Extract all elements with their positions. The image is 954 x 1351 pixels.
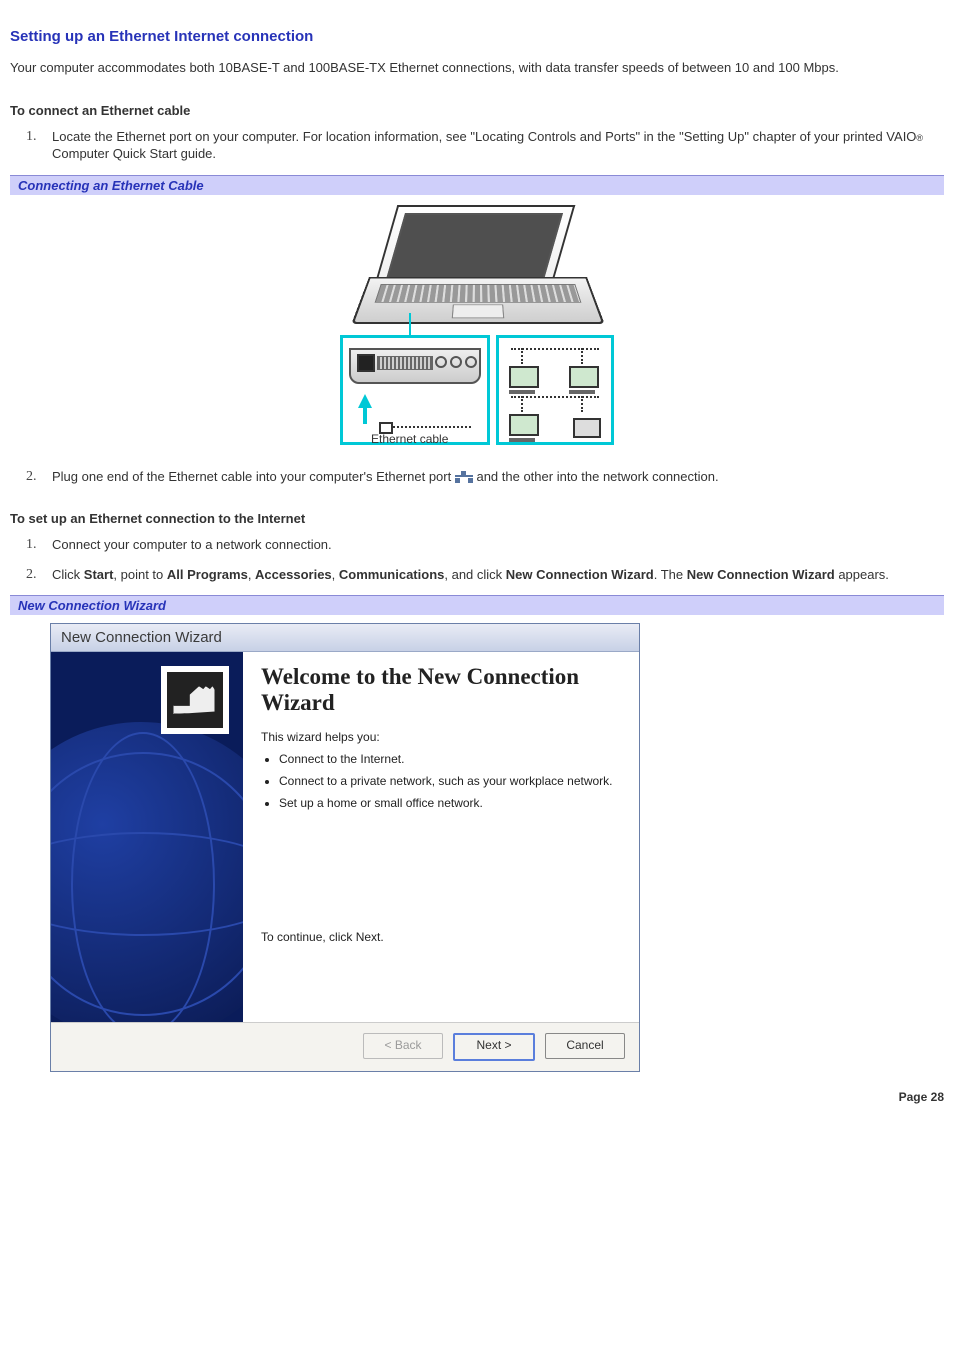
wizard-continue-hint: To continue, click Next. [261, 930, 621, 944]
laptop-illustration [369, 205, 585, 335]
page-title: Setting up an Ethernet Internet connecti… [10, 28, 944, 45]
figure-ethernet-cable: Ethernet cable [337, 205, 617, 445]
cancel-button[interactable]: Cancel [545, 1033, 625, 1059]
wizard-bullet: Set up a home or small office network. [279, 796, 621, 810]
section-heading-connect-cable: To connect an Ethernet cable [10, 103, 944, 118]
wizard-hand-icon [161, 666, 229, 734]
step-plug-cable: Plug one end of the Ethernet cable into … [52, 468, 944, 486]
ethernet-port-icon [455, 471, 473, 483]
wizard-heading: Welcome to the New Connection Wizard [261, 664, 621, 716]
wizard-titlebar: New Connection Wizard [51, 624, 639, 652]
network-detail-illustration [496, 335, 614, 445]
step-open-wizard: Click Start, point to All Programs, Acce… [52, 566, 944, 584]
section-heading-setup-connection: To set up an Ethernet connection to the … [10, 511, 944, 526]
next-button[interactable]: Next > [453, 1033, 535, 1061]
wizard-sidebar-graphic [51, 652, 243, 1022]
figure-caption-wizard: New Connection Wizard [10, 595, 944, 615]
page-number: Page 28 [10, 1090, 944, 1104]
wizard-bullet: Connect to the Internet. [279, 752, 621, 766]
back-button: < Back [363, 1033, 443, 1059]
port-detail-illustration: Ethernet cable [340, 335, 490, 445]
figure-caption-ethernet-cable: Connecting an Ethernet Cable [10, 175, 944, 195]
intro-paragraph: Your computer accommodates both 10BASE-T… [10, 59, 944, 77]
wizard-helps-you: This wizard helps you: [261, 730, 621, 744]
wizard-bullet: Connect to a private network, such as yo… [279, 774, 621, 788]
step-connect-network: Connect your computer to a network conne… [52, 536, 944, 554]
ethernet-cable-label: Ethernet cable [371, 432, 448, 446]
new-connection-wizard-dialog: New Connection Wizard Welcome to the New… [50, 623, 640, 1072]
step-locate-port: Locate the Ethernet port on your compute… [52, 128, 944, 163]
